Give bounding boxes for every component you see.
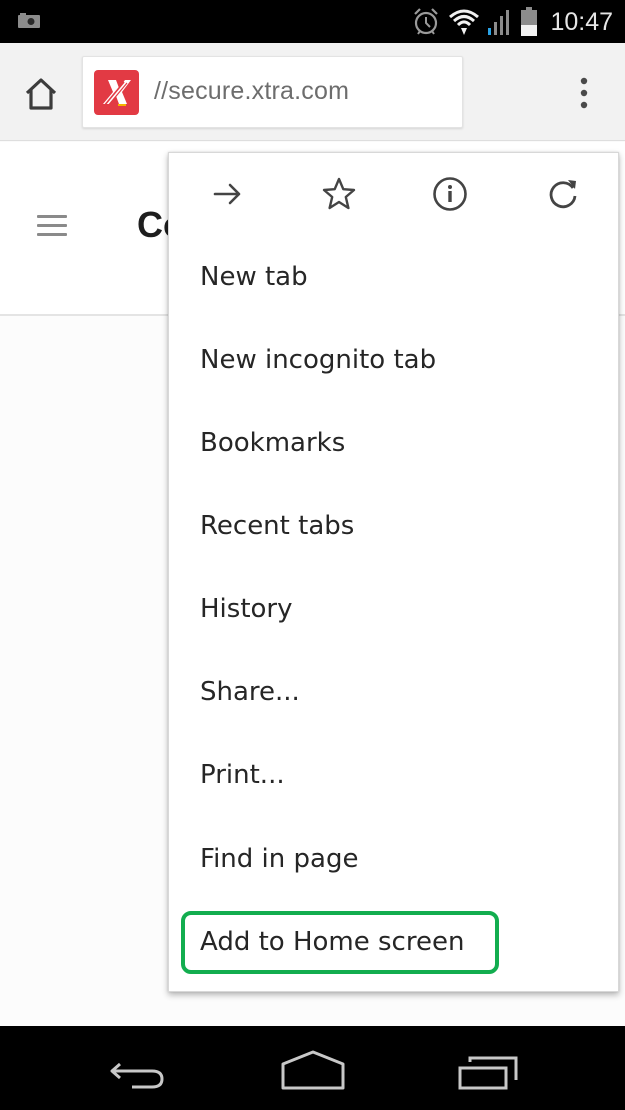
clock: 10:47 [550,7,613,36]
menu-item-label: Find in page [200,843,359,874]
menu-item-bookmarks[interactable]: Bookmarks [169,401,618,484]
home-icon[interactable] [279,1048,347,1092]
alarm-icon [414,8,439,35]
browser-toolbar: //secure.xtra.com [0,43,625,141]
menu-item-find-in-page[interactable]: Find in page [169,817,618,900]
menu-item-label: Share... [200,676,300,707]
cell-signal-icon [488,10,510,35]
menu-item-label: New tab [200,261,308,292]
menu-item-label: Bookmarks [200,427,346,458]
page-info-icon[interactable] [432,176,468,212]
hamburger-icon[interactable] [37,215,67,237]
menu-item-new-tab[interactable]: New tab [169,235,618,318]
forward-icon[interactable] [210,176,246,212]
url-text: //secure.xtra.com [154,77,350,105]
wifi-icon [449,9,480,35]
menu-item-history[interactable]: History [169,567,618,650]
menu-item-label: History [200,593,293,624]
url-bar[interactable]: //secure.xtra.com [82,56,463,128]
screenshot-notification-icon [18,13,40,28]
more-vert-icon[interactable] [574,75,594,111]
status-icons: 10:47 [412,4,613,40]
menu-item-recent-tabs[interactable]: Recent tabs [169,484,618,567]
menu-item-new-incognito-tab[interactable]: New incognito tab [169,318,618,401]
menu-item-label: New incognito tab [200,344,437,375]
system-nav-bar [0,1026,625,1110]
back-icon[interactable] [108,1048,170,1092]
menu-item-add-to-home-screen[interactable]: Add to Home screen [169,900,618,983]
browser-overflow-menu: New tab New incognito tab Bookmarks Rece… [168,152,619,992]
xtra-logo-icon [94,70,139,115]
battery-icon [521,7,538,36]
recent-apps-icon[interactable] [456,1048,522,1092]
status-bar: 10:47 [0,0,625,43]
menu-item-label: Recent tabs [200,510,355,541]
phone-screen: 10:47 //secure.xtra.com Co New tab New i… [0,0,625,1110]
menu-item-print[interactable]: Print... [169,733,618,816]
home-icon[interactable] [22,76,60,112]
menu-item-label: Add to Home screen [200,926,465,957]
bookmark-star-icon[interactable] [321,176,357,212]
menu-item-label: Print... [200,759,285,790]
menu-icon-row [169,153,618,235]
menu-item-share[interactable]: Share... [169,650,618,733]
reload-icon[interactable] [545,176,581,212]
